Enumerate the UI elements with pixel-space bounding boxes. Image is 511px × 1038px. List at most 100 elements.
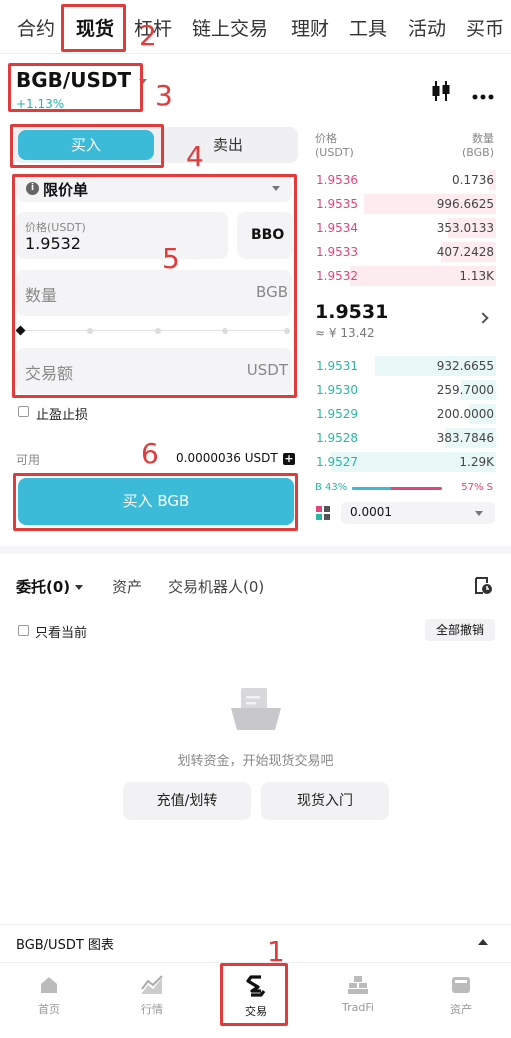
only-current-checkbox[interactable] xyxy=(18,625,29,636)
candlestick-icon[interactable] xyxy=(431,80,451,102)
bid-qty: 259.7000 xyxy=(436,383,494,397)
bbo-button[interactable]: BBO xyxy=(237,212,293,259)
quantity-label: 数量 xyxy=(25,286,58,305)
ask-row[interactable]: 1.9532 1.13K xyxy=(313,266,496,286)
ask-row[interactable]: 1.9533 407.2428 xyxy=(313,242,496,262)
markets-icon xyxy=(141,975,163,995)
bid-price: 1.9530 xyxy=(316,383,358,397)
spot-intro-button[interactable]: 现货入门 xyxy=(261,782,389,820)
cancel-all-button[interactable]: 全部撤销 xyxy=(425,619,495,641)
ask-qty: 1.13K xyxy=(459,269,494,283)
ask-qty: 407.2428 xyxy=(436,245,494,259)
precision-select[interactable]: 0.0001 xyxy=(341,502,495,524)
ratio-bar xyxy=(352,487,442,490)
info-icon: i xyxy=(26,182,39,195)
empty-state-text: 划转资金，开始现货交易吧 xyxy=(177,754,334,769)
bid-price: 1.9529 xyxy=(316,407,358,421)
ask-row[interactable]: 1.9536 0.1736 xyxy=(313,170,496,190)
amount-unit: USDT xyxy=(246,361,288,379)
order-history-icon[interactable] xyxy=(474,576,493,595)
nav-assets[interactable]: 资产 xyxy=(431,975,491,1017)
bid-row[interactable]: 1.9528 383.7846 xyxy=(313,428,496,448)
bid-price: 1.9528 xyxy=(316,431,358,445)
chevron-up-icon xyxy=(478,939,488,945)
ask-row[interactable]: 1.9535 996.6625 xyxy=(313,194,496,214)
ask-price: 1.9536 xyxy=(316,173,358,187)
tab-buy-crypto[interactable]: 买币 xyxy=(466,14,511,41)
available-label: 可用 xyxy=(16,453,41,467)
tab-futures[interactable]: 合约 xyxy=(17,14,55,41)
annotation-3: 3 xyxy=(155,79,173,112)
transfer-plus-icon[interactable]: + xyxy=(283,453,295,465)
nav-markets-label: 行情 xyxy=(141,1003,163,1016)
quantity-unit: BGB xyxy=(256,283,288,301)
precision-value: 0.0001 xyxy=(350,505,392,519)
slider-step[interactable] xyxy=(284,328,290,334)
amount-label: 交易额 xyxy=(25,364,74,383)
deposit-transfer-button[interactable]: 充值/划转 xyxy=(123,782,251,820)
tab-orders-label: 委托(0) xyxy=(16,578,71,596)
tab-earn[interactable]: 理财 xyxy=(291,14,329,41)
tab-tools[interactable]: 工具 xyxy=(349,14,387,41)
buy-tab[interactable]: 买入 xyxy=(18,130,154,160)
ask-price: 1.9534 xyxy=(316,221,358,235)
tpsl-label: 止盈止损 xyxy=(36,408,89,423)
orderbook-price-header-line: 价格 xyxy=(315,132,337,145)
bid-row[interactable]: 1.9531 932.6655 xyxy=(313,356,496,376)
tab-assets[interactable]: 资产 xyxy=(112,576,142,597)
orderbook-qty-header-line: 数量 xyxy=(472,132,494,145)
layout-icon[interactable] xyxy=(316,506,330,520)
ask-row[interactable]: 1.9534 353.0133 xyxy=(313,218,496,238)
ratio-bar-fill xyxy=(352,487,391,490)
tab-spot[interactable]: 现货 xyxy=(76,14,114,41)
chevron-down-icon xyxy=(272,186,280,191)
section-divider xyxy=(0,546,511,554)
ask-price: 1.9532 xyxy=(316,269,358,283)
chart-bar-label: BGB/USDT 图表 xyxy=(16,938,114,953)
price-value: 1.9532 xyxy=(25,234,81,253)
annotation-5: 5 xyxy=(162,242,180,275)
nav-markets[interactable]: 行情 xyxy=(122,975,182,1017)
price-input[interactable]: 价格(USDT) 1.9532 xyxy=(16,212,228,259)
home-icon xyxy=(39,975,59,995)
chevron-down-icon xyxy=(139,79,148,84)
pair-selector[interactable]: BGB/USDT xyxy=(16,68,148,92)
nav-trade[interactable]: 交易 xyxy=(226,975,286,1019)
tpsl-checkbox[interactable] xyxy=(18,406,29,417)
orderbook-qty-header-unit: (BGB) xyxy=(461,146,494,159)
buy-submit-button[interactable]: 买入 BGB xyxy=(18,478,294,525)
chart-toggle-bar[interactable]: BGB/USDT 图表 xyxy=(0,924,511,960)
quantity-input[interactable]: 数量 BGB xyxy=(16,270,292,316)
order-type-select[interactable]: i 限价单 xyxy=(16,176,292,202)
sell-ratio: 57% S xyxy=(461,482,493,493)
nav-assets-label: 资产 xyxy=(450,1003,472,1016)
nav-trade-label: 交易 xyxy=(245,1005,267,1018)
sell-tab[interactable]: 卖出 xyxy=(160,130,296,160)
tab-bots[interactable]: 交易机器人(0) xyxy=(168,576,264,597)
tab-onchain[interactable]: 链上交易 xyxy=(192,14,268,41)
bid-row[interactable]: 1.9530 259.7000 xyxy=(313,380,496,400)
slider-step[interactable] xyxy=(222,328,228,334)
amount-input[interactable]: 交易额 USDT xyxy=(16,348,292,394)
slider-handle[interactable] xyxy=(15,325,26,336)
annotation-2: 2 xyxy=(139,19,157,52)
bid-row[interactable]: 1.9529 200.0000 xyxy=(313,404,496,424)
empty-folder-icon xyxy=(229,686,283,732)
nav-home-label: 首页 xyxy=(38,1003,60,1016)
bid-qty: 1.29K xyxy=(459,455,494,469)
ask-qty: 353.0133 xyxy=(436,221,494,235)
percent-slider[interactable] xyxy=(20,330,288,331)
slider-step[interactable] xyxy=(155,328,161,334)
wallet-icon xyxy=(451,975,471,995)
slider-step[interactable] xyxy=(87,328,93,334)
tab-events[interactable]: 活动 xyxy=(408,14,446,41)
tab-orders[interactable]: 委托(0) xyxy=(16,576,84,597)
more-icon[interactable] xyxy=(472,88,494,100)
chevron-right-icon[interactable] xyxy=(477,312,489,324)
ask-qty: 0.1736 xyxy=(452,173,494,187)
bid-row[interactable]: 1.9527 1.29K xyxy=(313,452,496,472)
nav-home[interactable]: 首页 xyxy=(19,975,79,1017)
bid-price: 1.9527 xyxy=(316,455,358,469)
tradfi-icon xyxy=(347,975,369,995)
nav-tradfi[interactable]: TradFi xyxy=(328,975,388,1014)
